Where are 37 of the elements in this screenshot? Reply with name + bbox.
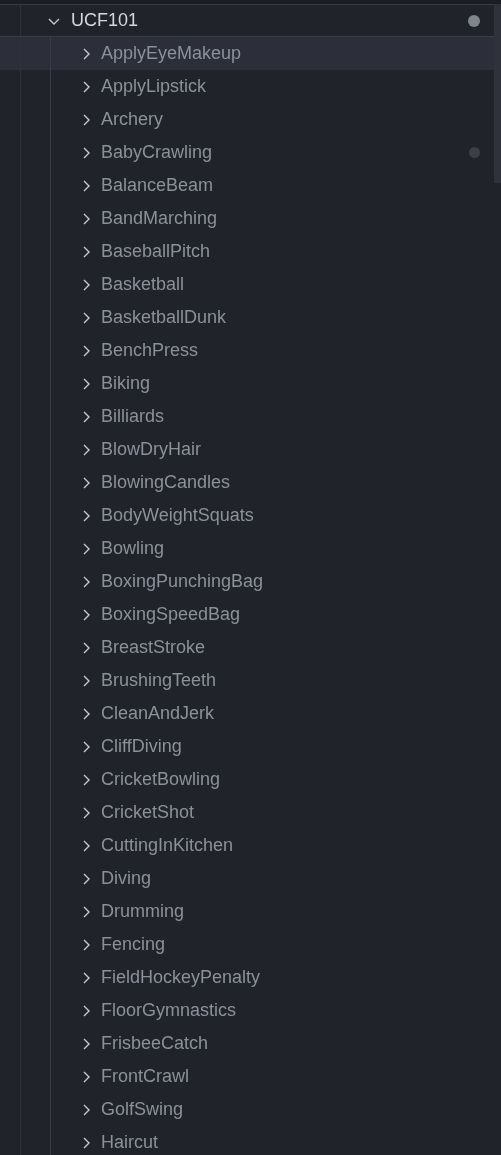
folder-label: BasketballDunk xyxy=(101,306,228,329)
tree-item[interactable]: ApplyEyeMakeup xyxy=(0,37,494,70)
folder-label: FrontCrawl xyxy=(101,1065,190,1088)
folder-label: UCF101 xyxy=(71,9,140,32)
folder-label: Fencing xyxy=(101,933,167,956)
folder-label: BreastStroke xyxy=(101,636,207,659)
folder-label: CliffDiving xyxy=(101,735,183,758)
folder-label: BalanceBeam xyxy=(101,174,215,197)
folder-label: Basketball xyxy=(101,273,186,296)
folder-label: Biking xyxy=(101,372,152,395)
scrollbar-thumb[interactable] xyxy=(494,4,501,183)
folder-label: BlowDryHair xyxy=(101,438,202,461)
folder-label: BodyWeightSquats xyxy=(101,504,255,527)
folder-label: BlowingCandles xyxy=(101,471,232,494)
folder-label: BoxingSpeedBag xyxy=(101,603,242,626)
folder-label: Billiards xyxy=(101,405,166,428)
folder-label: BenchPress xyxy=(101,339,200,362)
folder-label: Bowling xyxy=(101,537,166,560)
folder-label: BoxingPunchingBag xyxy=(101,570,265,593)
folder-label: CricketShot xyxy=(101,801,196,824)
folder-label: BabyCrawling xyxy=(101,141,214,164)
folder-label: ApplyLipstick xyxy=(101,75,208,98)
folder-label: Drumming xyxy=(101,900,185,923)
folder-label: CricketBowling xyxy=(101,768,222,791)
folder-label: CleanAndJerk xyxy=(101,702,216,725)
folder-label: Archery xyxy=(101,108,164,131)
folder-label: GolfSwing xyxy=(101,1098,185,1121)
folder-label: BrushingTeeth xyxy=(101,669,218,692)
folder-label: Haircut xyxy=(101,1131,159,1154)
folder-label: FloorGymnastics xyxy=(101,999,238,1022)
folder-label: BandMarching xyxy=(101,207,219,230)
folder-label: CuttingInKitchen xyxy=(101,834,235,857)
folder-label: FieldHockeyPenalty xyxy=(101,966,262,989)
folder-label: FrisbeeCatch xyxy=(101,1032,210,1055)
folder-label: ApplyEyeMakeup xyxy=(101,42,243,65)
folder-label: Diving xyxy=(101,867,153,890)
folder-label: BaseballPitch xyxy=(101,240,212,263)
